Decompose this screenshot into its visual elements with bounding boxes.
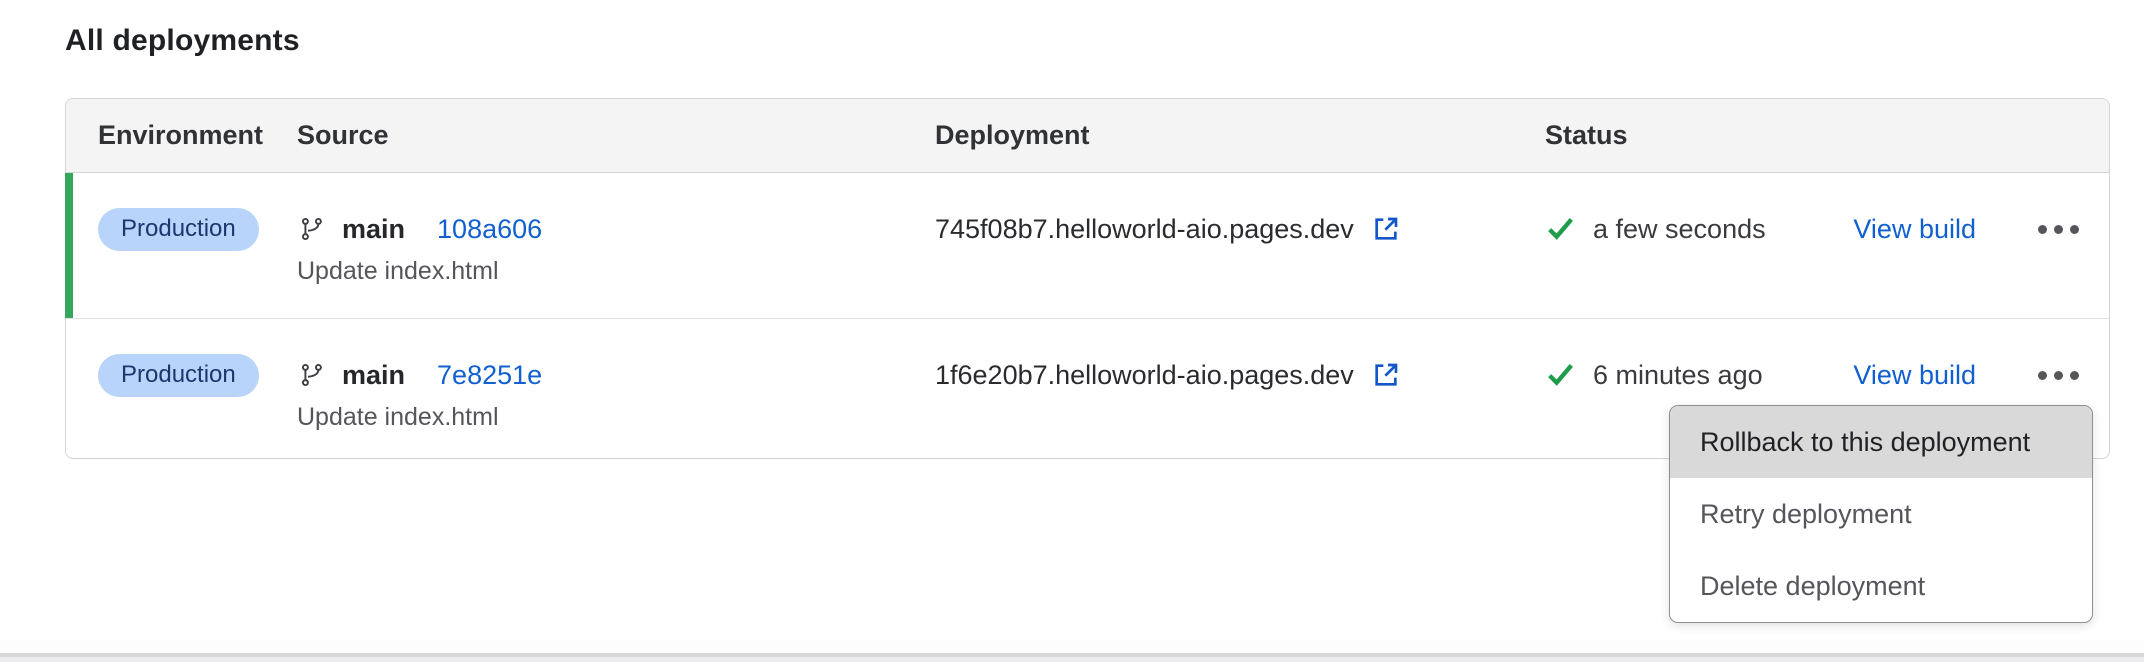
git-branch-icon bbox=[300, 362, 326, 388]
commit-message: Update index.html bbox=[297, 401, 935, 433]
commit-message: Update index.html bbox=[297, 255, 935, 287]
page-title: All deployments bbox=[65, 24, 300, 58]
environment-cell: Production bbox=[98, 319, 297, 397]
bottom-section-fade bbox=[0, 640, 2144, 653]
menu-item-delete[interactable]: Delete deployment bbox=[1670, 550, 2092, 622]
more-options-button[interactable] bbox=[2038, 217, 2079, 242]
success-check-icon bbox=[1545, 215, 1576, 243]
branch-name: main bbox=[342, 214, 405, 245]
environment-cell: Production bbox=[98, 173, 297, 251]
menu-item-rollback[interactable]: Rollback to this deployment bbox=[1670, 406, 2092, 478]
bottom-section-edge bbox=[0, 657, 2144, 662]
commit-link[interactable]: 7e8251e bbox=[437, 360, 542, 391]
environment-badge: Production bbox=[98, 354, 259, 397]
deployment-cell: 1f6e20b7.helloworld-aio.pages.dev bbox=[935, 319, 1545, 397]
current-deployment-indicator bbox=[65, 173, 73, 318]
view-build-link[interactable]: View build bbox=[1853, 214, 1976, 245]
environment-badge: Production bbox=[98, 208, 259, 251]
status-time: 6 minutes ago bbox=[1593, 360, 1853, 391]
deployment-cell: 745f08b7.helloworld-aio.pages.dev bbox=[935, 173, 1545, 251]
git-branch-icon bbox=[300, 216, 326, 242]
deployment-url: 745f08b7.helloworld-aio.pages.dev bbox=[935, 214, 1354, 245]
column-header-source: Source bbox=[297, 120, 935, 151]
source-cell: main 7e8251e Update index.html bbox=[297, 319, 935, 433]
deployment-url: 1f6e20b7.helloworld-aio.pages.dev bbox=[935, 360, 1354, 391]
column-header-deployment: Deployment bbox=[935, 120, 1545, 151]
commit-link[interactable]: 108a606 bbox=[437, 214, 542, 245]
table-header-row: Environment Source Deployment Status bbox=[66, 99, 2109, 173]
external-link-icon[interactable] bbox=[1370, 213, 1402, 245]
source-cell: main 108a606 Update index.html bbox=[297, 173, 935, 287]
external-link-icon[interactable] bbox=[1370, 359, 1402, 391]
success-check-icon bbox=[1545, 361, 1576, 389]
branch-name: main bbox=[342, 360, 405, 391]
more-options-button[interactable] bbox=[2038, 363, 2079, 388]
deployment-actions-menu: Rollback to this deployment Retry deploy… bbox=[1669, 405, 2093, 623]
view-build-link[interactable]: View build bbox=[1853, 360, 1976, 391]
column-header-status: Status bbox=[1545, 120, 2079, 151]
status-time: a few seconds bbox=[1593, 214, 1853, 245]
status-cell: 6 minutes ago View build bbox=[1545, 319, 2079, 397]
deployment-row-current: Production main 108a606 Update index.htm… bbox=[66, 173, 2109, 319]
menu-item-retry[interactable]: Retry deployment bbox=[1670, 478, 2092, 550]
column-header-environment: Environment bbox=[98, 120, 297, 151]
status-cell: a few seconds View build bbox=[1545, 173, 2079, 251]
